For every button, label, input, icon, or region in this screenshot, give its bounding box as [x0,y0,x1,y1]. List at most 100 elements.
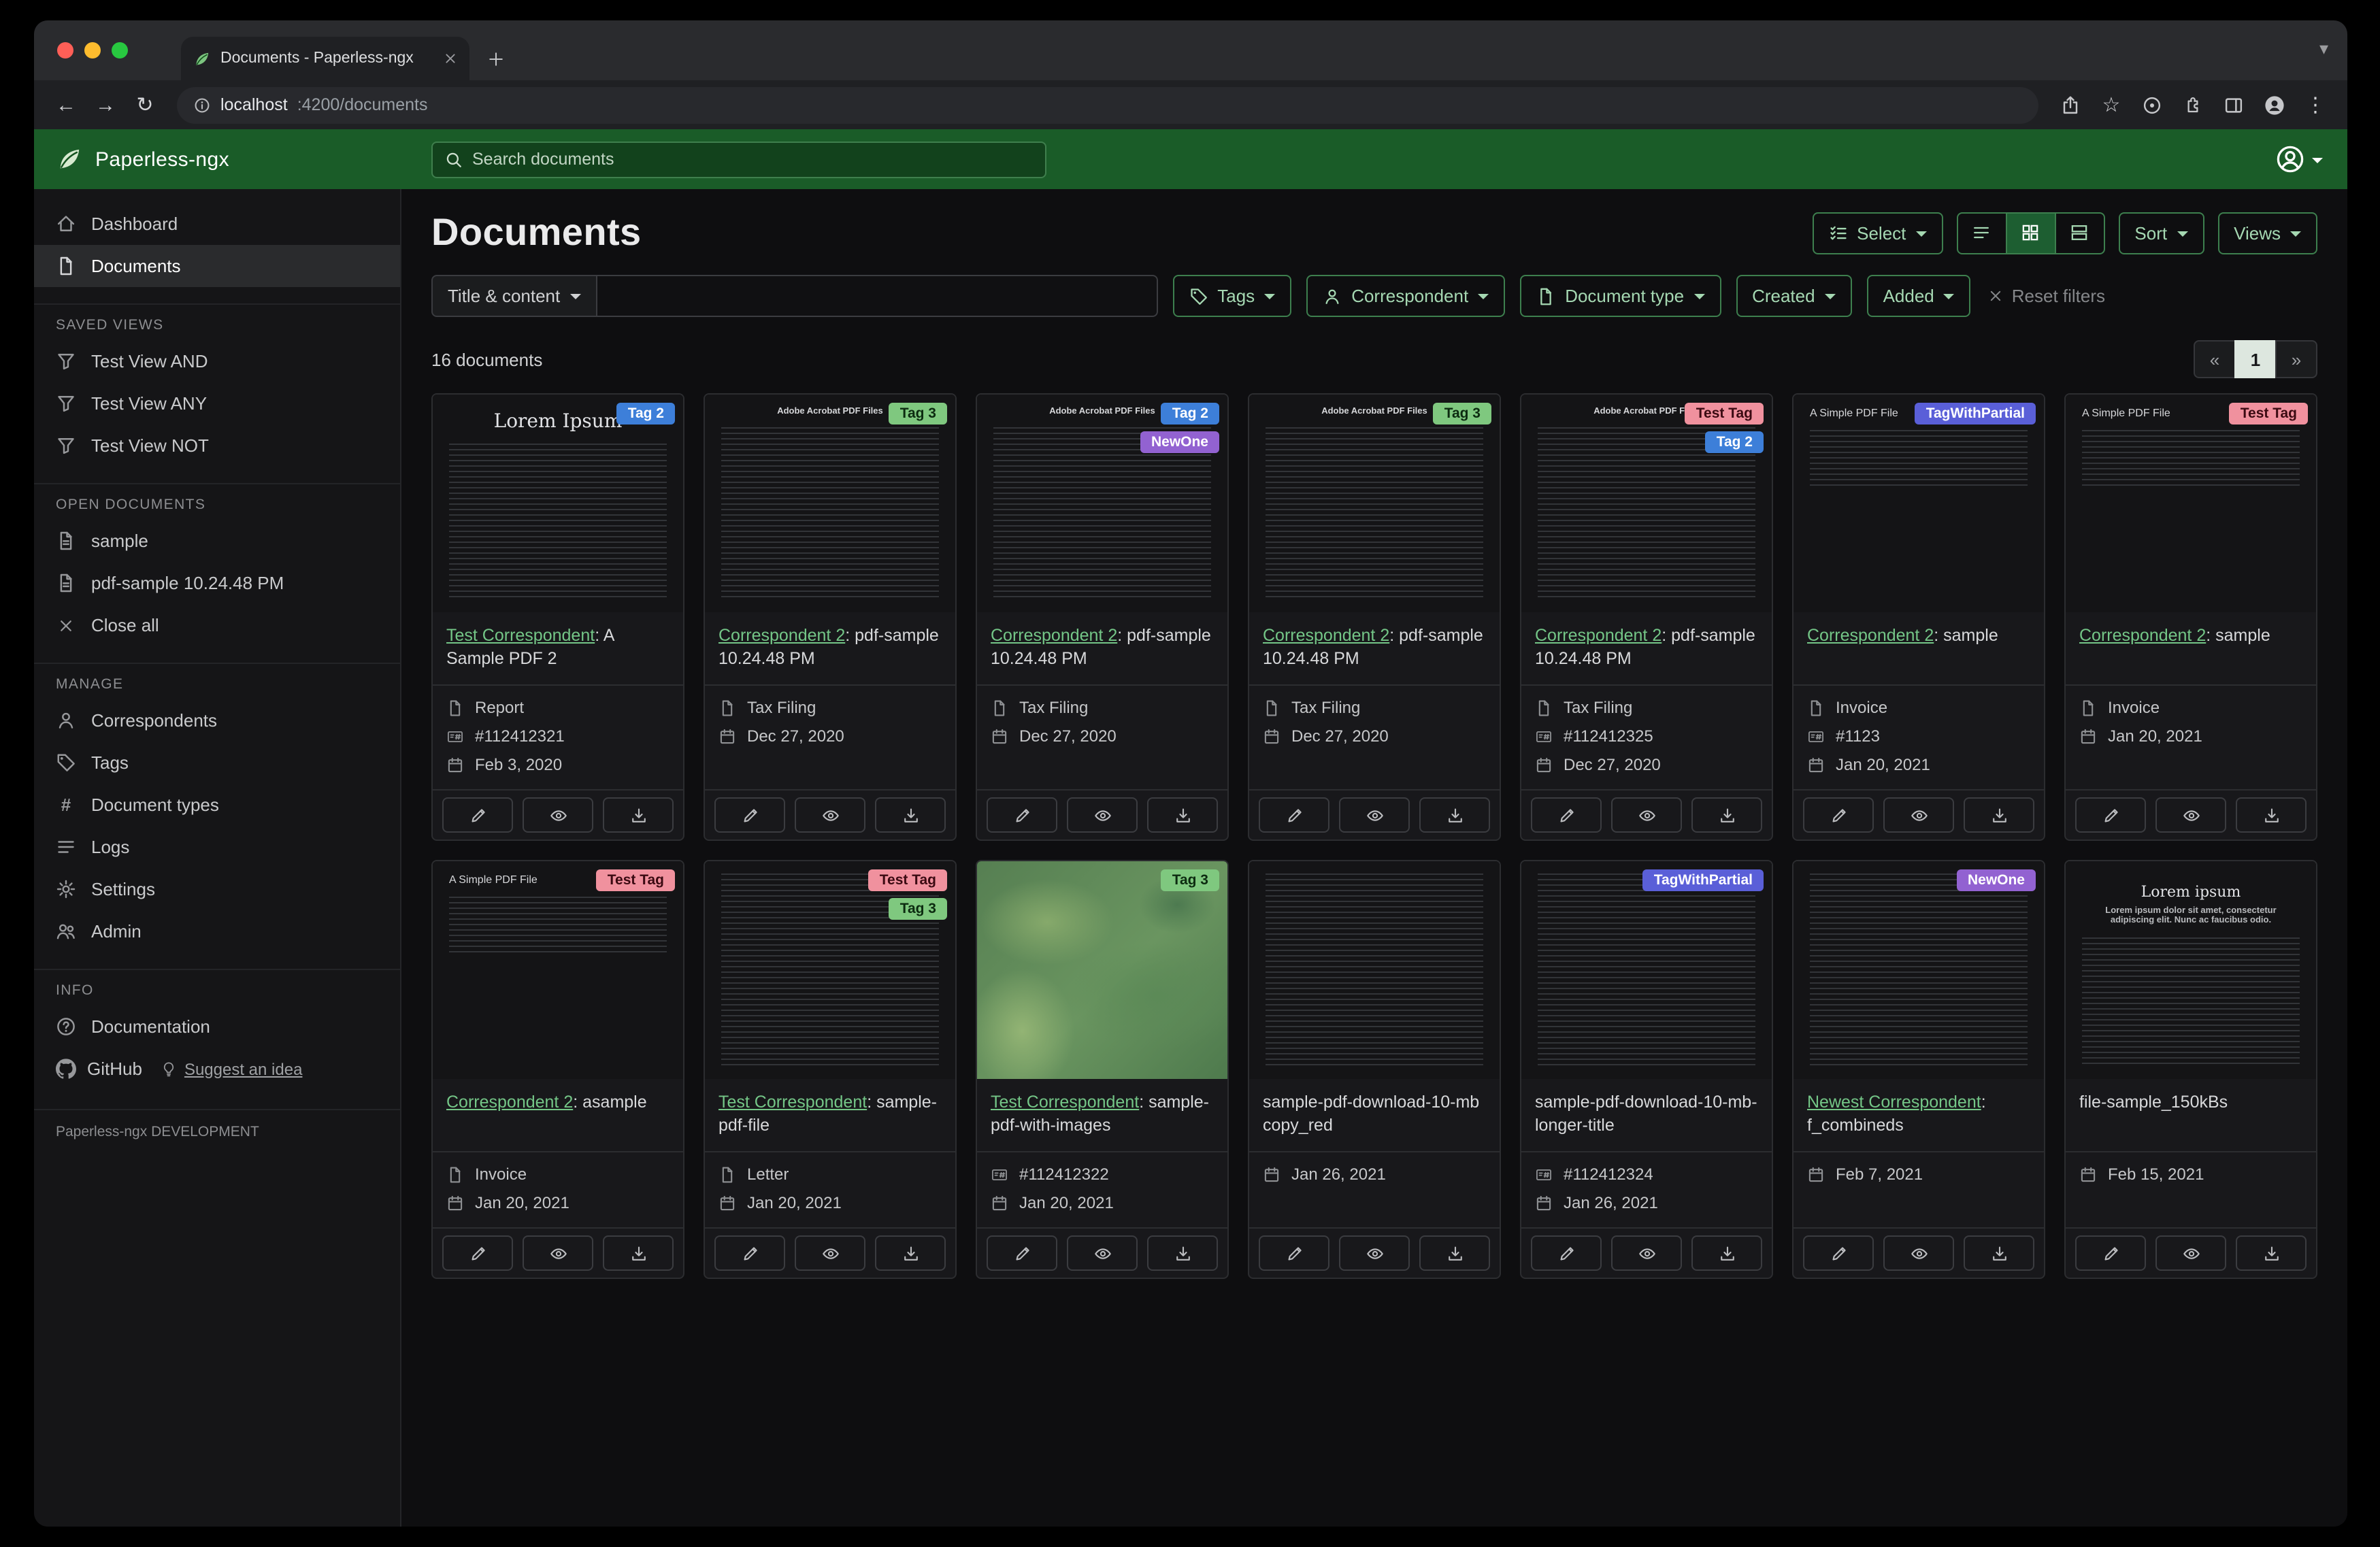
tag-badge[interactable]: Tag 2 [1161,403,1219,425]
edit-button[interactable] [2075,797,2146,833]
sidebar-item-tags[interactable]: Tags [34,742,400,784]
correspondent-link[interactable]: Correspondent 2 [991,626,1117,645]
edit-button[interactable] [1531,1235,1602,1271]
view-button[interactable] [1611,1235,1682,1271]
edit-button[interactable] [714,797,785,833]
download-button[interactable] [1964,797,2034,833]
sidebar-item-documentation[interactable]: Documentation [34,1005,400,1048]
edit-button[interactable] [714,1235,785,1271]
tag-badge[interactable]: Tag 3 [1433,403,1491,425]
reload-button[interactable] [127,86,163,123]
tag-badge[interactable]: Test Tag [2229,403,2308,425]
download-button[interactable] [1691,1235,1762,1271]
correspondent-link[interactable]: Correspondent 2 [1263,626,1389,645]
sidebar-item-logs[interactable]: Logs [34,826,400,868]
document-thumbnail[interactable] [1249,861,1500,1079]
sidebar-item-dashboard[interactable]: Dashboard [34,203,400,245]
view-button[interactable] [2155,797,2226,833]
tag-badge[interactable]: Test Tag [596,869,675,891]
sidebar-item-documents[interactable]: Documents [34,245,400,287]
document-thumbnail[interactable]: Lorem ipsum Lorem ipsum dolor sit amet, … [2066,861,2316,1079]
document-thumbnail[interactable]: TagWithPartial [1521,861,1772,1079]
sidebar-item-view-and[interactable]: Test View AND [34,340,400,382]
document-thumbnail[interactable]: Adobe Acrobat PDF Files Tag 3 [1249,395,1500,612]
search-input[interactable] [472,150,1033,169]
download-button[interactable] [875,797,946,833]
tag-badge[interactable]: Tag 3 [889,898,947,920]
tag-badge[interactable]: Tag 3 [1161,869,1219,891]
tag-badge[interactable]: NewOne [1140,431,1219,453]
bookmark-star-button[interactable] [2093,86,2130,123]
edit-button[interactable] [1803,1235,1874,1271]
document-thumbnail[interactable]: NewOne [1794,861,2044,1079]
correspondent-link[interactable]: Newest Correspondent [1807,1093,1981,1112]
view-button[interactable] [2155,1235,2226,1271]
document-thumbnail[interactable]: Adobe Acrobat PDF Files Tag 2 NewOne [977,395,1227,612]
tag-badge[interactable]: Tag 3 [889,403,947,425]
tag-badge[interactable]: NewOne [1956,869,2036,891]
correspondent-link[interactable]: Correspondent 2 [718,626,845,645]
edit-button[interactable] [1803,797,1874,833]
tags-filter-button[interactable]: Tags [1172,275,1292,317]
download-button[interactable] [875,1235,946,1271]
document-thumbnail[interactable]: Tag 3 [977,861,1227,1079]
share-button[interactable] [2052,86,2089,123]
forward-button[interactable] [87,86,124,123]
download-button[interactable] [1147,797,1218,833]
view-button[interactable] [1067,797,1138,833]
sidebar-item-admin[interactable]: Admin [34,910,400,952]
sidebar-item-view-any[interactable]: Test View ANY [34,382,400,425]
added-filter-button[interactable]: Added [1866,275,1971,317]
sidebar-item-close-all[interactable]: Close all [34,604,400,646]
edit-button[interactable] [1531,797,1602,833]
github-link[interactable]: GitHub [87,1059,142,1079]
view-button[interactable] [795,1235,865,1271]
title-content-dropdown[interactable]: Title & content [431,275,597,317]
zoom-window-button[interactable] [112,42,128,59]
views-button[interactable]: Views [2217,212,2317,254]
sidebar-item-correspondents[interactable]: Correspondents [34,699,400,742]
download-button[interactable] [603,797,674,833]
sidebar-item-open-pdf-sample[interactable]: pdf-sample 10.24.48 PM [34,562,400,604]
correspondent-link[interactable]: Test Correspondent [446,626,595,645]
download-button[interactable] [1691,797,1762,833]
tag-badge[interactable]: Test Tag [868,869,947,891]
tag-badge[interactable]: TagWithPartial [1915,403,2036,425]
close-window-button[interactable] [57,42,73,59]
site-info-icon[interactable] [193,96,211,114]
document-type-filter-button[interactable]: Document type [1520,275,1721,317]
view-button[interactable] [523,797,593,833]
user-menu[interactable] [2275,144,2347,174]
correspondent-filter-button[interactable]: Correspondent [1306,275,1506,317]
correspondent-link[interactable]: Correspondent 2 [1535,626,1662,645]
edit-button[interactable] [987,1235,1057,1271]
download-button[interactable] [1419,797,1490,833]
tab-search-chevron-icon[interactable] [2319,39,2328,57]
download-button[interactable] [1147,1235,1218,1271]
app-brand[interactable]: Paperless-ngx [34,146,401,173]
reset-filters-button[interactable]: Reset filters [1989,286,2105,306]
correspondent-link[interactable]: Test Correspondent [991,1093,1139,1112]
detail-view-button[interactable] [2054,212,2105,254]
download-button[interactable] [2236,1235,2307,1271]
view-button[interactable] [1883,797,1954,833]
tag-badge[interactable]: Test Tag [1685,403,1764,425]
view-button[interactable] [1339,797,1410,833]
status-badge-icon[interactable] [2134,86,2170,123]
view-button[interactable] [1067,1235,1138,1271]
download-button[interactable] [1964,1235,2034,1271]
pagination-page-1[interactable]: 1 [2234,340,2277,378]
sidebar-item-document-types[interactable]: # Document types [34,784,400,826]
tab-close-icon[interactable] [444,52,457,65]
side-panel-button[interactable] [2215,86,2252,123]
view-button[interactable] [523,1235,593,1271]
browser-menu-button[interactable] [2297,86,2334,123]
document-thumbnail[interactable]: Lorem Ipsum Tag 2 [433,395,683,612]
created-filter-button[interactable]: Created [1736,275,1852,317]
correspondent-link[interactable]: Correspondent 2 [2079,626,2206,645]
document-thumbnail[interactable]: Test Tag Tag 3 [705,861,955,1079]
view-button[interactable] [795,797,865,833]
correspondent-link[interactable]: Correspondent 2 [446,1093,573,1112]
pagination-prev-button[interactable]: « [2194,340,2236,378]
document-thumbnail[interactable]: A Simple PDF File Test Tag [2066,395,2316,612]
